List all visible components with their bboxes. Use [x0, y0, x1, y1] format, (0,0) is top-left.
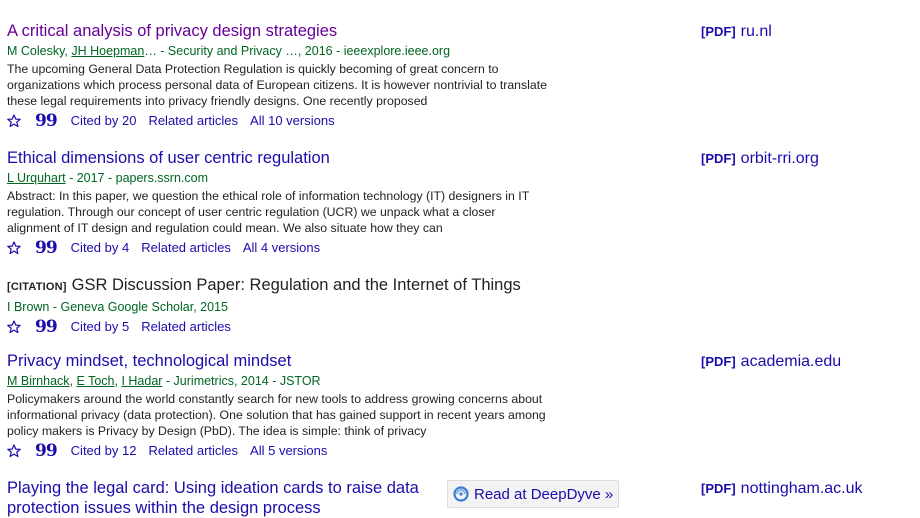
result-authors: I Brown - Geneva Google Scholar, 2015 [7, 300, 228, 314]
related-articles-link[interactable]: Related articles [141, 318, 231, 336]
result-title-link[interactable]: A critical analysis of privacy design st… [7, 22, 337, 40]
result-actions: 99 Cited by 5 Related articles [7, 318, 547, 336]
cite-quote-icon[interactable]: 99 [35, 113, 58, 130]
all-versions-link[interactable]: All 4 versions [243, 239, 320, 257]
cited-by-link[interactable]: Cited by 4 [71, 239, 130, 257]
related-articles-link[interactable]: Related articles [148, 112, 238, 130]
pdf-label: [PDF] [701, 24, 736, 39]
publication-info: - 2017 - papers.ssrn.com [65, 171, 209, 185]
related-articles-link[interactable]: Related articles [148, 442, 238, 460]
search-result: Privacy mindset, technological mindset M… [7, 351, 547, 460]
author-link[interactable]: I Hadar [121, 374, 162, 388]
result-authors: M Colesky, JH Hoepman… - Security and Pr… [7, 44, 451, 58]
result-title-line: Ethical dimensions of user centric regul… [7, 148, 547, 168]
author-link[interactable]: E Toch [76, 374, 114, 388]
star-icon[interactable] [7, 114, 21, 128]
all-versions-link[interactable]: All 10 versions [250, 112, 335, 130]
author-link[interactable]: L Urquhart [7, 171, 66, 185]
cite-quote-icon[interactable]: 99 [35, 240, 58, 257]
result-title-link[interactable]: Ethical dimensions of user centric regul… [7, 149, 330, 167]
star-icon[interactable] [7, 241, 21, 255]
star-icon[interactable] [7, 320, 21, 334]
pdf-link[interactable]: [PDF] nottingham.ac.uk [701, 479, 863, 499]
cited-by-link[interactable]: Cited by 20 [71, 112, 137, 130]
pdf-domain: orbit-rri.org [740, 150, 819, 167]
cited-by-link[interactable]: Cited by 5 [71, 318, 130, 336]
related-articles-link[interactable]: Related articles [141, 239, 231, 257]
author-name: M Colesky [7, 44, 65, 58]
pdf-domain: nottingham.ac.uk [740, 480, 863, 497]
result-authors: L Urquhart - 2017 - papers.ssrn.com [7, 170, 547, 186]
result-snippet: Abstract: In this paper, we question the… [7, 189, 529, 235]
result-title-line: Playing the legal card: Using ideation c… [7, 478, 432, 518]
deepdyve-logo-icon [453, 486, 469, 502]
all-versions-link[interactable]: All 5 versions [250, 442, 327, 460]
author-link[interactable]: JH Hoepman [71, 44, 144, 58]
cite-quote-icon[interactable]: 99 [35, 443, 58, 460]
pdf-link[interactable]: [PDF] orbit-rri.org [701, 149, 819, 169]
pdf-link[interactable]: [PDF] ru.nl [701, 22, 772, 42]
result-title-line: [CITATION] GSR Discussion Paper: Regulati… [7, 275, 547, 297]
cited-by-link[interactable]: Cited by 12 [71, 442, 137, 460]
search-result: Playing the legal card: Using ideation c… [7, 478, 432, 518]
star-icon[interactable] [7, 444, 21, 458]
publication-info: … - Security and Privacy …, 2016 - ieeex… [144, 44, 451, 58]
result-snippet: Policymakers around the world constantly… [7, 392, 546, 438]
pdf-domain: ru.nl [740, 23, 772, 40]
pdf-label: [PDF] [701, 481, 736, 496]
result-authors: M Birnhack, E Toch, I Hadar - Jurimetric… [7, 374, 321, 388]
search-result: Ethical dimensions of user centric regul… [7, 148, 547, 257]
deepdyve-button[interactable]: Read at DeepDyve » [447, 480, 619, 508]
citation-tag: [CITATION] [7, 281, 67, 293]
result-title-line: Privacy mindset, technological mindset [7, 351, 547, 371]
pdf-domain: academia.edu [740, 353, 842, 370]
result-snippet: The upcoming General Data Protection Reg… [7, 62, 547, 108]
result-actions: 99 Cited by 20 Related articles All 10 v… [7, 112, 547, 130]
result-title-link[interactable]: Playing the legal card: Using ideation c… [7, 479, 419, 517]
pdf-label: [PDF] [701, 354, 736, 369]
search-result: [CITATION] GSR Discussion Paper: Regulati… [7, 275, 547, 336]
pdf-link[interactable]: [PDF] academia.edu [701, 352, 841, 372]
result-actions: 99 Cited by 4 Related articles All 4 ver… [7, 239, 547, 257]
search-result: A critical analysis of privacy design st… [7, 21, 547, 130]
result-title-link[interactable]: Privacy mindset, technological mindset [7, 352, 291, 370]
result-title: GSR Discussion Paper: Regulation and the… [71, 276, 521, 294]
author-link[interactable]: M Birnhack [7, 374, 70, 388]
result-actions: 99 Cited by 12 Related articles All 5 ve… [7, 442, 547, 460]
result-title-line: A critical analysis of privacy design st… [7, 21, 547, 41]
deepdyve-label: Read at DeepDyve » [474, 485, 614, 503]
cite-quote-icon[interactable]: 99 [35, 319, 58, 336]
publication-info: - Jurimetrics, 2014 - JSTOR [162, 374, 321, 388]
pdf-label: [PDF] [701, 151, 736, 166]
